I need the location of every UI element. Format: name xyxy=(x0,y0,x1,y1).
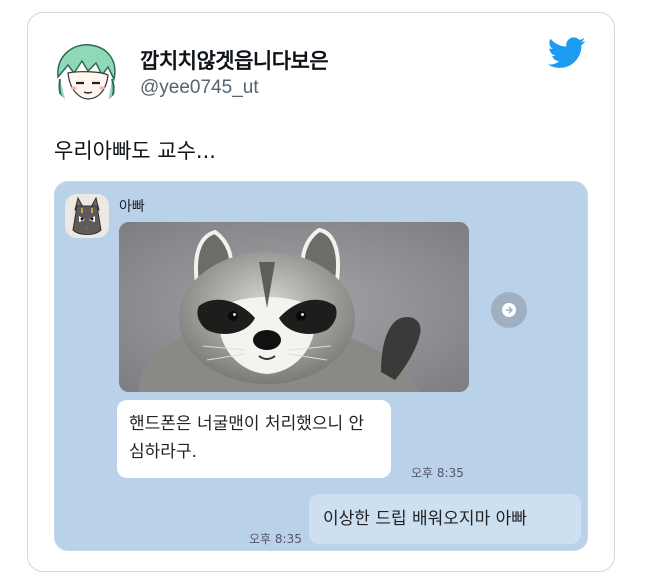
profile-avatar[interactable] xyxy=(52,37,122,107)
twitter-bird-icon[interactable] xyxy=(547,37,586,69)
share-icon xyxy=(502,303,516,317)
user-handle[interactable]: @yee0745_ut xyxy=(140,77,259,99)
sender-avatar xyxy=(65,194,109,238)
share-button[interactable] xyxy=(491,292,527,328)
incoming-message: 핸드폰은 너굴맨이 처리했으니 안심하라구. xyxy=(117,400,391,478)
chat-screenshot: 아빠 핸드폰은 너굴맨이 처리했으니 안심하라구. 오후 8:35 이상한 드립… xyxy=(54,181,588,551)
raccoon-photo[interactable] xyxy=(119,222,469,392)
outgoing-message: 이상한 드립 배워오지마 아빠 xyxy=(309,494,581,544)
outgoing-time: 오후 8:35 xyxy=(249,532,302,546)
tweet-text: 우리아빠도 교수... xyxy=(54,139,216,163)
sender-name: 아빠 xyxy=(119,199,145,215)
incoming-time: 오후 8:35 xyxy=(411,466,464,480)
display-name[interactable]: 깝치치않겟읍니다보은 xyxy=(140,45,329,75)
tweet-card: 깝치치않겟읍니다보은 @yee0745_ut 우리아빠도 교수... 아빠 핸드… xyxy=(27,12,615,572)
